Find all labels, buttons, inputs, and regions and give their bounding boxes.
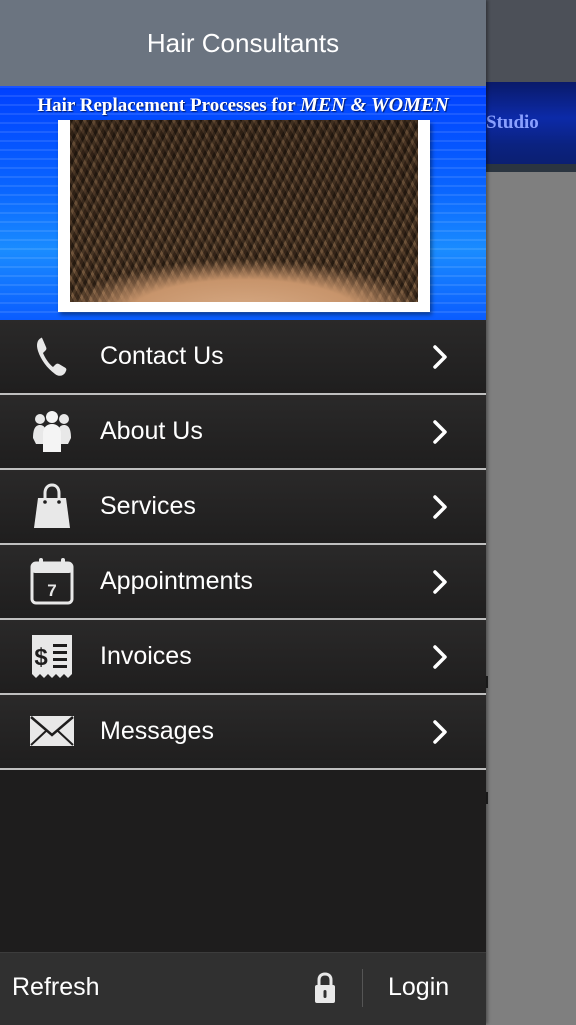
chevron-right-icon (433, 420, 447, 444)
side-drawer: Hair Consultants Hair Replacement Proces… (0, 0, 486, 1025)
menu-item-label: Invoices (100, 642, 192, 670)
banner-title-emphasis: MEN & WOMEN (300, 94, 449, 116)
background-divider (486, 164, 576, 172)
banner-title-text: Hair Replacement Processes for (37, 95, 301, 116)
refresh-button[interactable]: Refresh (12, 973, 100, 1002)
menu-item-contact-us[interactable]: Contact Us (0, 320, 486, 395)
background-mark (486, 792, 488, 804)
lock-icon[interactable] (312, 971, 338, 1005)
login-button[interactable]: Login (388, 973, 449, 1002)
chevron-right-icon (433, 570, 447, 594)
people-icon (24, 405, 80, 457)
banner-photo (58, 120, 430, 312)
chevron-right-icon (433, 345, 447, 369)
menu-item-appointments[interactable]: 7 Appointments (0, 545, 486, 620)
menu-item-services[interactable]: Services (0, 470, 486, 545)
chevron-right-icon (433, 645, 447, 669)
chevron-right-icon (433, 720, 447, 744)
background-banner: Studio (486, 82, 576, 172)
background-mark (486, 676, 488, 688)
background-header (486, 0, 576, 82)
envelope-icon (24, 705, 80, 757)
menu-item-label: Services (100, 492, 196, 520)
hair-photo (70, 120, 418, 302)
chevron-right-icon (433, 495, 447, 519)
drawer-title: Hair Consultants (146, 27, 340, 58)
menu-item-label: Contact Us (100, 342, 224, 370)
menu-item-label: Messages (100, 717, 214, 745)
shopping-bag-icon (24, 480, 80, 532)
menu-item-label: About Us (100, 417, 203, 445)
menu-item-about-us[interactable]: About Us (0, 395, 486, 470)
banner-title: Hair Replacement Processes for MEN & WOM… (0, 94, 486, 117)
menu-item-label: Appointments (100, 567, 253, 595)
invoice-icon: $ (24, 630, 80, 682)
calendar-icon: 7 (24, 555, 80, 607)
background-banner-text: Studio (486, 112, 539, 133)
calendar-day: 7 (47, 581, 56, 600)
promo-banner: Hair Replacement Processes for MEN & WOM… (0, 86, 486, 320)
drawer-header: Hair Consultants (0, 0, 486, 86)
invoice-symbol: $ (34, 644, 48, 671)
phone-icon (24, 330, 80, 382)
drawer-menu: Contact Us About Us Services 7 Appointme… (0, 320, 486, 770)
menu-item-invoices[interactable]: $ Invoices (0, 620, 486, 695)
drawer-footer: Refresh Login (0, 952, 486, 1025)
menu-item-messages[interactable]: Messages (0, 695, 486, 770)
footer-divider (362, 969, 363, 1007)
